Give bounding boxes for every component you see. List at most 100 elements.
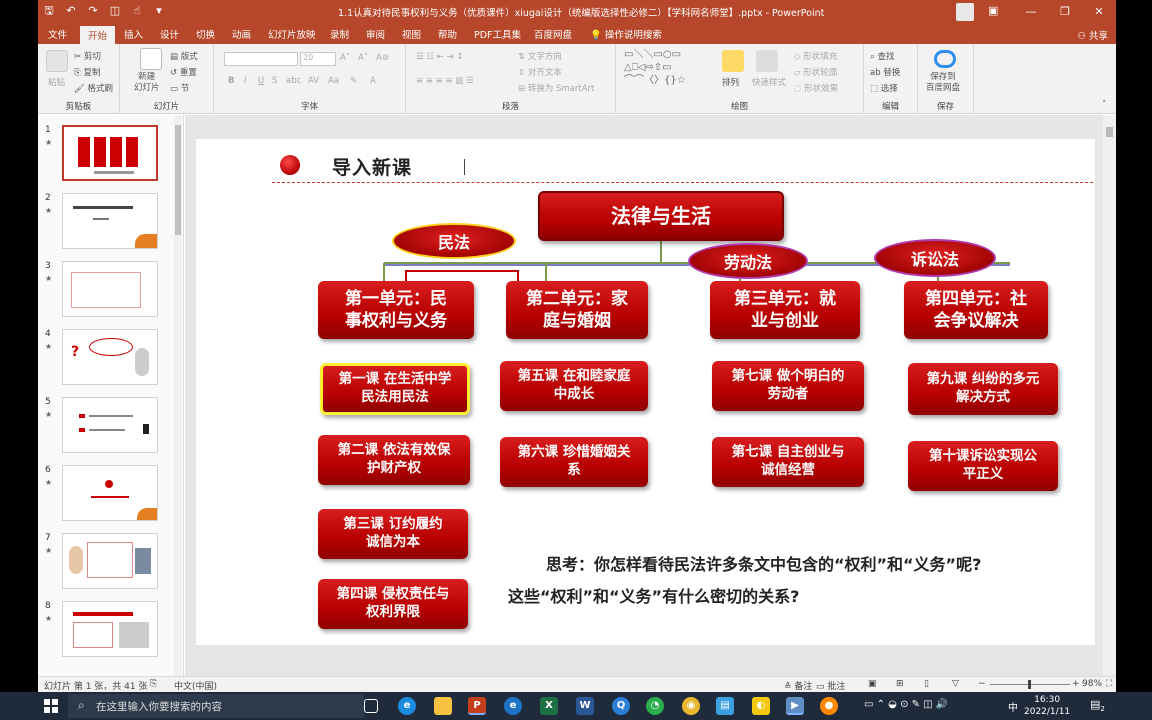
chrome-icon[interactable]: ◉ (682, 697, 700, 715)
char-spacing-icon[interactable]: AV (308, 76, 319, 86)
lesson-box[interactable]: 第五课 在和睦家庭 中成长 (500, 361, 648, 411)
customize-qat-icon[interactable]: ▾ (152, 4, 166, 18)
word-icon[interactable]: W (576, 697, 594, 715)
baidu-cloud-icon[interactable] (934, 50, 956, 68)
slide-thumbnail[interactable] (62, 465, 158, 521)
change-case-icon[interactable]: Aa (328, 76, 339, 86)
lesson-box[interactable]: 第二课 依法有效保 护财产权 (318, 435, 470, 485)
file-explorer-icon[interactable] (434, 697, 452, 715)
close-button[interactable]: ✕ (1082, 0, 1116, 24)
slide-thumbnail[interactable] (62, 533, 158, 589)
ribbon-display-options-icon[interactable]: ▣ (988, 4, 998, 17)
edge-icon[interactable]: e (398, 697, 416, 715)
lesson-box[interactable]: 第三课 订约履约 诚信为本 (318, 509, 468, 559)
shape-effects-button[interactable]: ◌ 形状效果 (794, 82, 838, 94)
save-icon[interactable]: 🖫 (42, 4, 56, 18)
task-view-icon[interactable] (364, 699, 378, 713)
wechat-icon[interactable]: ◔ (646, 697, 664, 715)
category-ellipse[interactable]: 劳动法 (688, 243, 808, 279)
ie-icon[interactable]: e (504, 697, 522, 715)
canvas-scroll-thumb[interactable] (1106, 127, 1113, 137)
font-size-combo[interactable]: 20 (300, 52, 336, 66)
arrange-icon[interactable] (722, 50, 744, 72)
fit-slide-icon[interactable]: ⛶ (1106, 679, 1112, 689)
unit-box[interactable]: 第二单元：家 庭与婚姻 (506, 281, 648, 339)
paste-button[interactable]: 粘贴 (48, 76, 65, 88)
accessibility-icon[interactable]: ⎘ (150, 679, 157, 689)
tab-file[interactable]: 文件 (48, 27, 67, 41)
slide-thumbnail[interactable] (62, 193, 158, 249)
unit-box[interactable]: 第一单元：民 事权利与义务 (318, 281, 474, 339)
font-name-combo[interactable] (224, 52, 298, 66)
collapse-ribbon-icon[interactable]: ˄ (1102, 100, 1106, 110)
arrange-button[interactable]: 排列 (722, 76, 739, 88)
language-indicator[interactable]: 中文(中国) (174, 679, 217, 692)
tab-home[interactable]: 开始 (80, 26, 116, 44)
underline-icon[interactable]: U (258, 76, 264, 86)
copy-button[interactable]: ⎘ 复制 (74, 66, 101, 78)
smartart-button[interactable]: ⊞ 转换为 SmartArt (518, 82, 594, 94)
zoom-slider[interactable] (990, 680, 1070, 689)
tab-baidu-netdisk[interactable]: 百度网盘 (534, 27, 572, 41)
unit-box[interactable]: 第四单元：社 会争议解决 (904, 281, 1048, 339)
align-text-button[interactable]: ⇳ 对齐文本 (518, 66, 562, 78)
thumbnail-row[interactable]: 1 ★ (38, 125, 178, 187)
app-icon-2[interactable]: ◐ (752, 697, 770, 715)
tab-record[interactable]: 录制 (330, 27, 349, 41)
slide-thumbnail[interactable] (62, 601, 158, 657)
tab-slideshow[interactable]: 幻灯片放映 (268, 27, 316, 41)
category-ellipse[interactable]: 诉讼法 (874, 239, 996, 277)
minimize-button[interactable]: — (1014, 0, 1048, 24)
new-slide-button[interactable]: 新建 幻灯片 (134, 72, 160, 94)
save-to-baidu-button[interactable]: 保存到 百度网盘 (926, 72, 960, 94)
lesson-box[interactable]: 第七课 做个明白的 劳动者 (712, 361, 864, 411)
tab-view[interactable]: 视图 (402, 27, 421, 41)
shape-outline-button[interactable]: ▱ 形状轮廓 (794, 66, 837, 78)
central-topic-box[interactable]: 法律与生活 (538, 191, 784, 241)
format-painter-button[interactable]: 🖌 格式刷 (74, 82, 113, 94)
align-icons[interactable]: ≡ ≡ ≡ ≡ ▥ ☰ (416, 76, 474, 86)
zoom-out-icon[interactable]: − (978, 679, 986, 689)
ime-indicator[interactable]: 中 (1008, 699, 1018, 714)
tab-pdf-tools[interactable]: PDF工具集 (474, 27, 521, 41)
text-direction-button[interactable]: ⇅ 文字方向 (518, 50, 562, 62)
lesson-box[interactable]: 第七课 自主创业与 诚信经营 (712, 437, 864, 487)
shadow-icon[interactable]: S (272, 76, 277, 86)
redo-icon[interactable]: ↷ (86, 4, 100, 18)
replace-button[interactable]: ab 替换 (870, 66, 900, 78)
bullets-icon[interactable]: ☰ ☷ ⇤ ⇥ ↕ (416, 52, 463, 62)
layout-button[interactable]: ▤ 版式 (170, 50, 198, 62)
powerpoint-taskbar-icon[interactable]: P (468, 697, 486, 715)
clear-format-icon[interactable]: A⊘ (376, 53, 389, 63)
share-button[interactable]: ⚇ 共享 (1077, 28, 1108, 42)
reading-view-icon[interactable]: ▯ (924, 679, 929, 689)
question-line-2[interactable]: 这些“权利”和“义务”有什么密切的关系? (508, 583, 799, 607)
quick-styles-button[interactable]: 快速样式 (752, 76, 786, 88)
lesson-box[interactable]: 第四课 侵权责任与 权利界限 (318, 579, 468, 629)
lesson-box[interactable]: 第十课诉讼实现公 平正义 (908, 441, 1058, 491)
tab-insert[interactable]: 插入 (124, 27, 143, 41)
thumbnail-scroll-thumb[interactable] (175, 125, 181, 235)
thumbnail-scrollbar[interactable] (174, 115, 182, 676)
excel-icon[interactable]: X (540, 697, 558, 715)
maximize-button[interactable]: ❐ (1048, 0, 1082, 24)
system-clock[interactable]: 16:30 2022/1/11 (1024, 694, 1070, 718)
thumbnail-row[interactable]: 6 ★ (38, 465, 178, 527)
quick-styles-icon[interactable] (756, 50, 778, 72)
reset-button[interactable]: ↺ 重置 (170, 66, 197, 78)
notes-button[interactable]: ≙ 备注 (784, 679, 812, 692)
app-icon[interactable]: ▤ (716, 697, 734, 715)
unit-box[interactable]: 第三单元：就 业与创业 (710, 281, 860, 339)
shrink-font-icon[interactable]: A˅ (358, 53, 368, 63)
new-slide-icon[interactable] (140, 48, 162, 70)
slide-sorter-icon[interactable]: ⊞ (896, 679, 904, 689)
windows-start-icon[interactable] (44, 699, 58, 713)
thumbnail-row[interactable]: 5 ★ (38, 397, 178, 459)
section-button[interactable]: ▭ 节 (170, 82, 189, 94)
tab-transitions[interactable]: 切换 (196, 27, 215, 41)
app-icon-3[interactable]: ● (820, 697, 838, 715)
question-line-1[interactable]: 思考：你怎样看待民法许多条文中包含的“权利”和“义务”呢? (546, 551, 981, 575)
strikethrough-icon[interactable]: abc (286, 76, 301, 86)
zoom-slider-thumb[interactable] (1028, 680, 1031, 689)
grow-font-icon[interactable]: A˄ (340, 53, 350, 63)
